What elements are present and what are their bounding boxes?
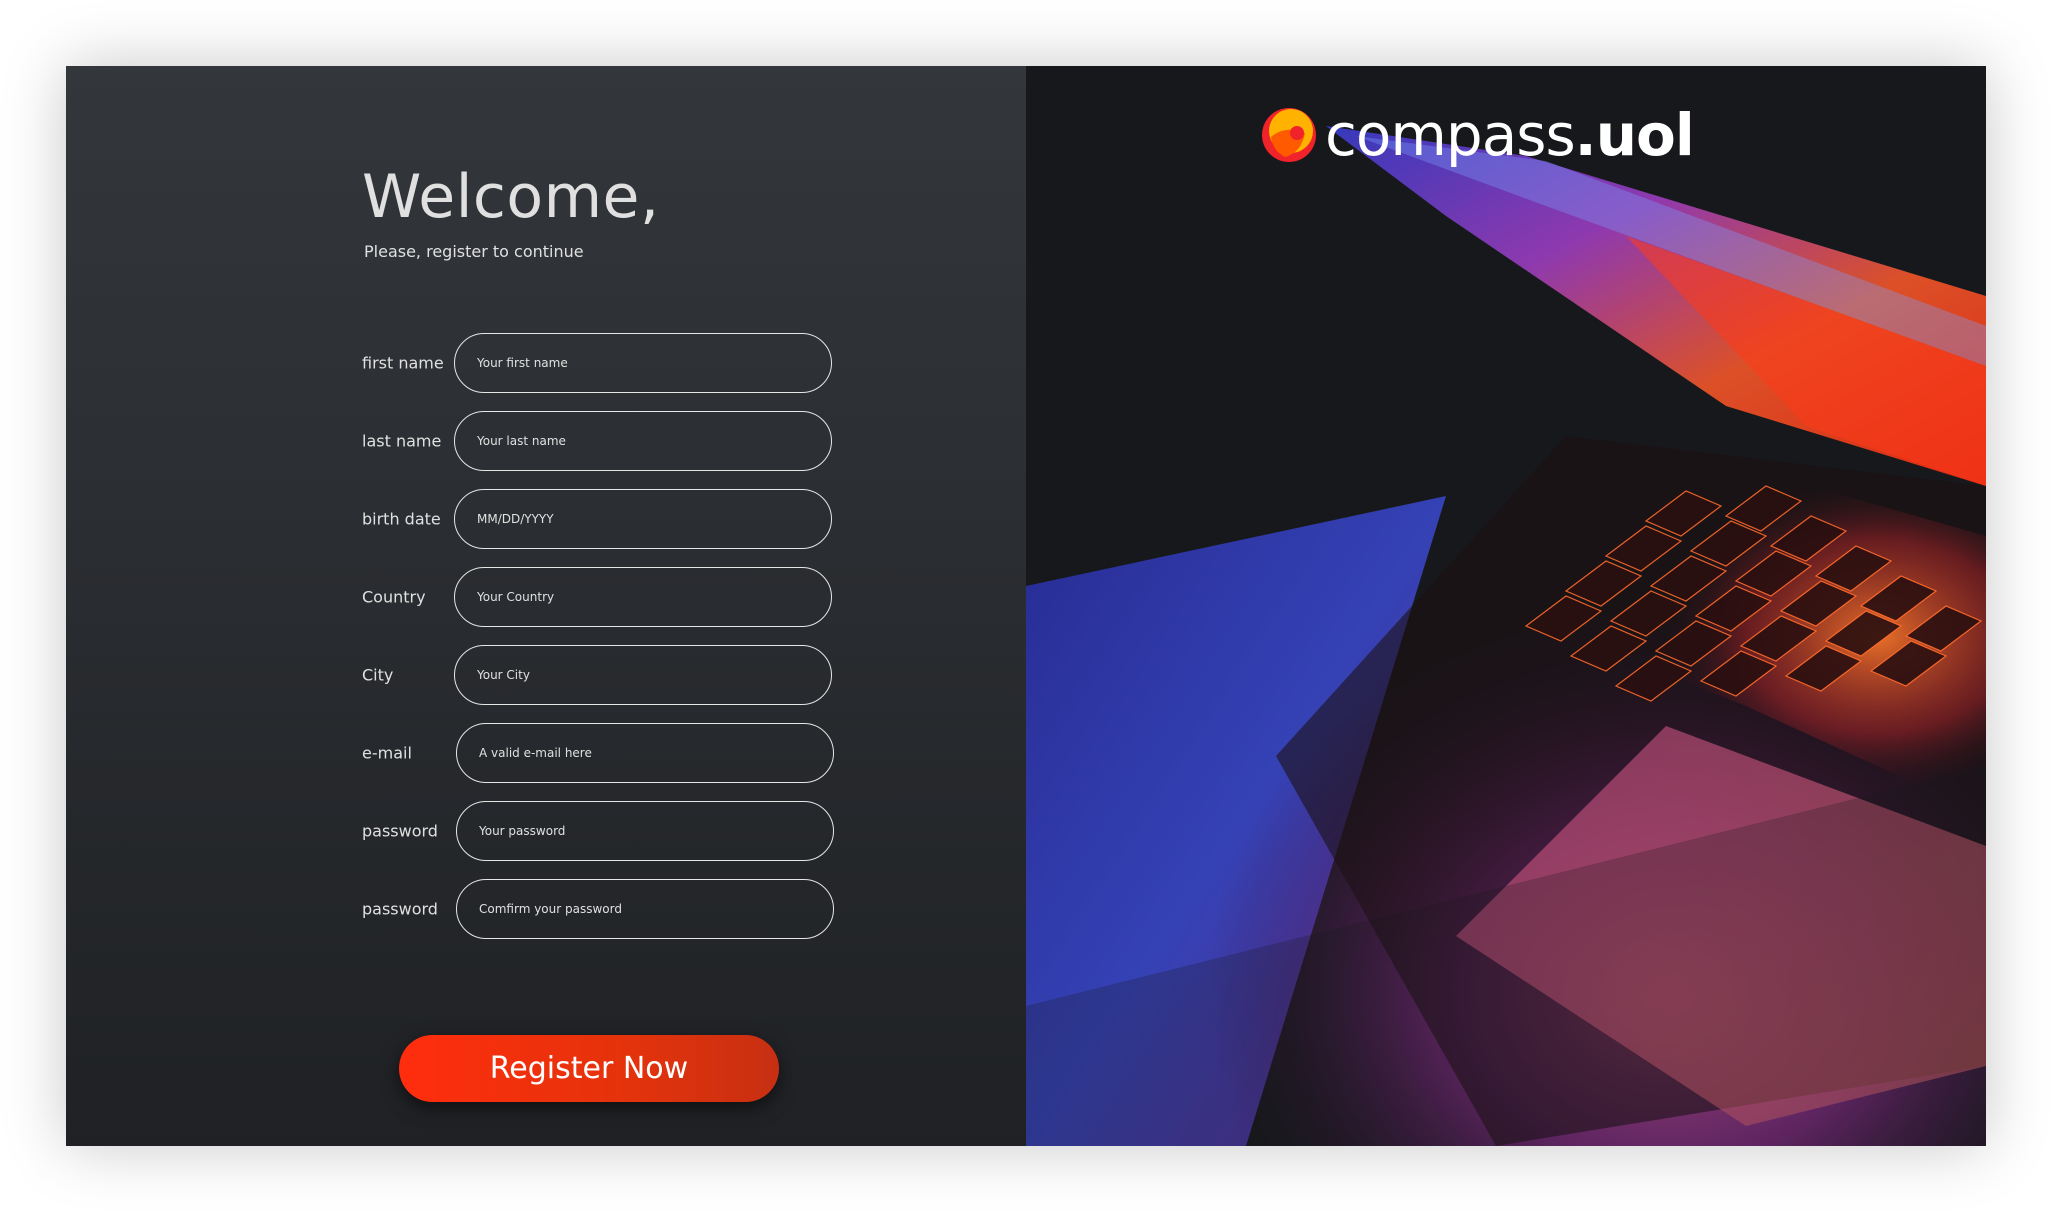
first-name-row: first name [362, 333, 842, 393]
email-label: e-mail [362, 743, 412, 763]
email-row: e-mail [362, 723, 842, 783]
brand-suffix: .uol [1574, 101, 1695, 169]
registration-panel: Welcome, Please, register to continue fi… [66, 66, 1026, 1146]
country-row: Country [362, 567, 842, 627]
brand-name: compass [1325, 101, 1576, 169]
email-input[interactable] [456, 723, 834, 783]
confirm-password-input[interactable] [456, 879, 834, 939]
city-row: City [362, 645, 842, 705]
laptop-photo [1026, 66, 1986, 1146]
registration-window: Welcome, Please, register to continue fi… [66, 66, 1986, 1146]
last-name-row: last name [362, 411, 842, 471]
birth-date-row: birth date [362, 489, 842, 549]
last-name-input[interactable] [454, 411, 832, 471]
country-label: Country [362, 587, 426, 607]
hero-panel: compass.uol [1026, 66, 1986, 1146]
password-row: password [362, 801, 842, 861]
last-name-label: last name [362, 431, 442, 451]
first-name-label: first name [362, 353, 444, 373]
confirm-password-label: password [362, 899, 438, 919]
city-label: City [362, 665, 394, 685]
register-now-button[interactable]: Register Now [399, 1035, 779, 1102]
birth-date-label: birth date [362, 509, 441, 529]
compass-logo-icon [1262, 108, 1316, 162]
first-name-input[interactable] [454, 333, 832, 393]
page-subtitle: Please, register to continue [364, 242, 584, 261]
confirm-password-row: password [362, 879, 842, 939]
city-input[interactable] [454, 645, 832, 705]
birth-date-input[interactable] [454, 489, 832, 549]
country-input[interactable] [454, 567, 832, 627]
brand-wordmark: compass.uol [1325, 106, 1695, 164]
password-input[interactable] [456, 801, 834, 861]
password-label: password [362, 821, 438, 841]
page-title: Welcome, [362, 162, 660, 232]
brand-logo: compass.uol [1261, 100, 1695, 170]
